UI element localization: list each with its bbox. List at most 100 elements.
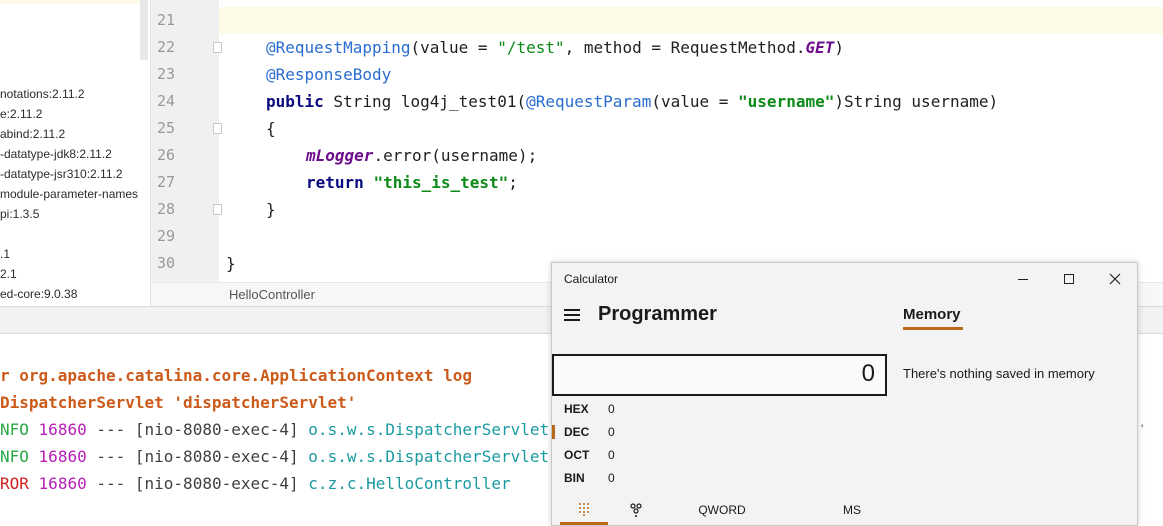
code-line-27: return "this_is_test";	[306, 169, 518, 196]
code-token: "username"	[738, 92, 835, 111]
word-size-button[interactable]: QWORD	[682, 495, 762, 525]
console-line: NFO 16860 --- [nio-8080-exec-4] o.s.w.s.…	[0, 444, 549, 470]
tree-item[interactable]: .1	[0, 244, 10, 264]
maximize-button[interactable]	[1046, 263, 1092, 295]
code-token: (value =	[651, 92, 739, 111]
tree-item[interactable]: -datatype-jdk8:2.11.2	[0, 144, 112, 164]
console-text: org.apache.catalina.core.ApplicationCont…	[19, 366, 473, 385]
log-sep: ---	[86, 447, 135, 466]
code-line-30: }	[226, 250, 236, 277]
log-thread: [nio-8080-exec-4]	[134, 420, 299, 439]
tree-item[interactable]: module-parameter-names	[0, 184, 138, 204]
code-token: @ResponseBody	[266, 65, 392, 84]
tree-top-strip	[0, 0, 140, 4]
tab-memory-indicator	[903, 327, 963, 330]
code-token: public	[266, 92, 324, 111]
code-token: ;	[508, 173, 518, 192]
code-line-26: mLogger.error(username);	[306, 142, 537, 169]
full-keypad-tab[interactable]	[560, 495, 608, 525]
memory-store-button[interactable]: MS	[822, 495, 882, 525]
log-thread: [nio-8080-exec-4]	[134, 447, 299, 466]
code-token: @RequestParam	[526, 92, 652, 111]
radix-oct[interactable]: OCT 0	[552, 444, 662, 467]
memory-empty-message: There's nothing saved in memory	[903, 366, 1095, 381]
log-pid: 16860	[38, 420, 87, 439]
radix-bin[interactable]: BIN 0	[552, 467, 662, 490]
display-value: 0	[861, 360, 875, 387]
log-thread: [nio-8080-exec-4]	[134, 474, 299, 493]
log-sep: ---	[86, 420, 135, 439]
console-line: r org.apache.catalina.core.ApplicationCo…	[0, 363, 472, 389]
project-tree: notations:2.11.2 e:2.11.2 abind:2.11.2 -…	[0, 0, 150, 306]
calculator-window[interactable]: Calculator Programmer Memory 0 There's n…	[551, 262, 1138, 526]
radix-value: 0	[608, 425, 615, 439]
console-text: DispatcherServlet 'dispatcherServlet'	[0, 393, 357, 412]
tree-item[interactable]: e:2.11.2	[0, 104, 42, 124]
calculator-header: Programmer	[552, 295, 902, 339]
code-token: "/test"	[497, 38, 565, 57]
code-token: return	[306, 173, 364, 192]
minimize-button[interactable]	[1000, 263, 1046, 295]
code-line-23: @ResponseBody	[266, 61, 391, 88]
maximize-icon	[1064, 274, 1074, 284]
radix-hex[interactable]: HEX 0	[552, 398, 662, 421]
log-logger: o.s.w.s.DispatcherServlet	[308, 447, 550, 466]
tree-item[interactable]: notations:2.11.2	[0, 84, 85, 104]
code-line-25: {	[266, 115, 276, 142]
code-line-22: @RequestMapping(value = "/test", method …	[266, 34, 844, 61]
calculator-mode-title: Programmer	[598, 303, 717, 325]
log-logger: c.z.c.HelloController	[308, 474, 511, 493]
calculator-bottom-bar: QWORD MS	[552, 495, 1137, 525]
bit-toggle-icon	[630, 503, 642, 517]
radix-dec[interactable]: DEC 0	[552, 421, 662, 444]
log-sep: ---	[86, 474, 135, 493]
log-level: NFO	[0, 447, 29, 466]
code-token: String log4j_test01(	[323, 92, 527, 111]
code-token: )	[834, 38, 845, 57]
console-line: ROR 16860 --- [nio-8080-exec-4] c.z.c.He…	[0, 471, 511, 497]
calculator-titlebar[interactable]: Calculator	[552, 263, 1137, 295]
tree-scrollbar[interactable]	[140, 0, 148, 60]
console-text: r	[0, 366, 20, 385]
code-editor[interactable]: 21 22 23 24 25 26 27 28 29 30 @RequestMa…	[150, 0, 1163, 306]
code-token: }	[226, 254, 236, 273]
log-logger: o.s.w.s.DispatcherServlet	[308, 420, 550, 439]
minimize-icon	[1018, 278, 1028, 280]
code-token: )String username)	[834, 92, 999, 111]
log-pid: 16860	[38, 474, 87, 493]
radix-value: 0	[608, 448, 615, 462]
console-line: DispatcherServlet 'dispatcherServlet'	[0, 390, 356, 416]
code-token: , method = RequestMethod.	[564, 38, 806, 57]
code-token: .error(username);	[373, 146, 538, 165]
code-line-28: }	[266, 196, 276, 223]
close-button[interactable]	[1092, 263, 1137, 295]
code-token: (value =	[410, 38, 498, 57]
radix-value: 0	[608, 471, 615, 485]
radix-label: DEC	[564, 425, 590, 439]
radix-label: OCT	[564, 448, 590, 462]
code-token: @RequestMapping	[266, 38, 411, 57]
code-area[interactable]: @RequestMapping(value = "/test", method …	[151, 0, 1163, 282]
calculator-display: 0	[552, 354, 887, 396]
hamburger-menu-icon[interactable]	[564, 309, 580, 321]
tree-item[interactable]: 2.1	[0, 264, 17, 284]
code-token: "this_is_test"	[373, 173, 509, 192]
code-token: GET	[805, 38, 835, 57]
breadcrumb[interactable]: HelloController	[229, 287, 315, 302]
log-level: NFO	[0, 420, 29, 439]
keypad-grid-icon	[579, 502, 589, 516]
bit-toggling-keypad-tab[interactable]	[616, 495, 656, 525]
tree-item[interactable]: pi:1.3.5	[0, 204, 39, 224]
window-title: Calculator	[564, 272, 619, 286]
close-icon	[1109, 273, 1121, 285]
log-level: ROR	[0, 474, 29, 493]
tree-item[interactable]: abind:2.11.2	[0, 124, 65, 144]
tree-item[interactable]: ed-core:9.0.38	[0, 284, 77, 304]
radix-label: BIN	[564, 471, 585, 485]
radix-value: 0	[608, 402, 615, 416]
tab-memory[interactable]: Memory	[903, 306, 961, 323]
code-token: {	[266, 119, 276, 138]
tree-item[interactable]: -datatype-jsr310:2.11.2	[0, 164, 123, 184]
code-line-24: public String log4j_test01(@RequestParam…	[266, 88, 998, 115]
